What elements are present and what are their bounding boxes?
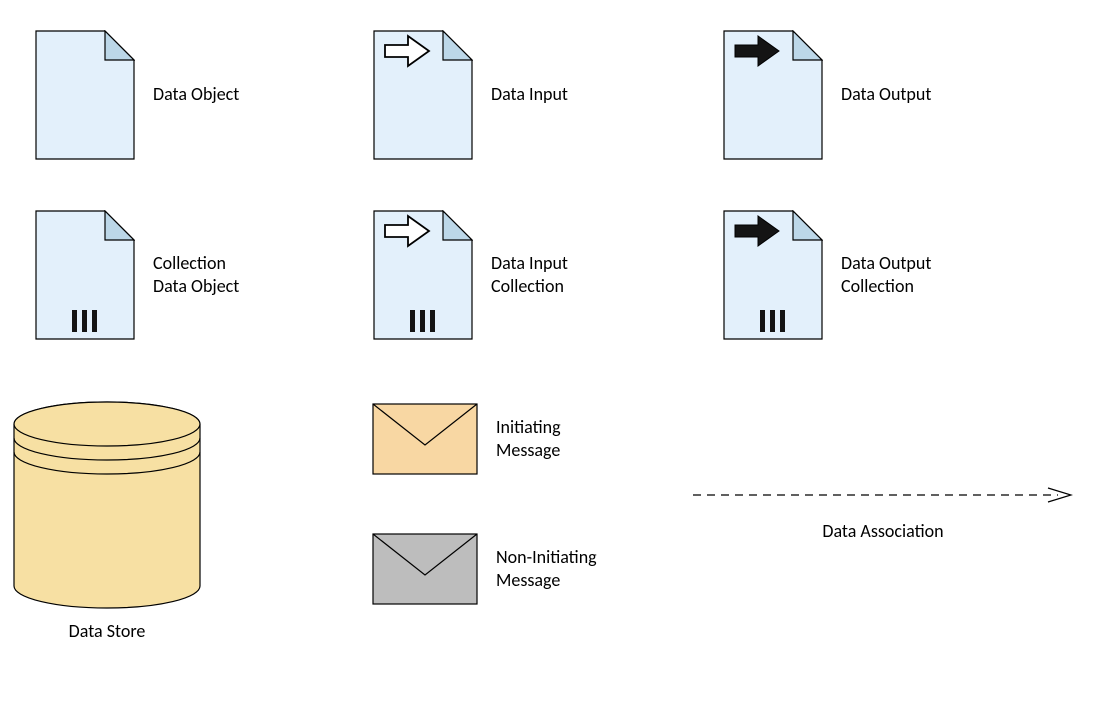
collection-data-object-label: Collection Data Object [153, 252, 239, 299]
data-input-collection-label-line1: Data Input [491, 252, 568, 275]
document-collection-icon [35, 210, 135, 340]
initiating-message-label: Initiating Message [496, 416, 561, 463]
envelope-non-initiating-icon [372, 533, 478, 605]
data-object-label: Data Object [153, 83, 239, 106]
data-input-collection-label-line2: Collection [491, 275, 568, 298]
document-arrow-filled-collection-icon [723, 210, 823, 340]
data-store-item: Data Store [12, 400, 202, 643]
collection-data-object-label-line2: Data Object [153, 275, 239, 298]
document-arrow-outline-icon [373, 30, 473, 160]
data-input-collection-label: Data Input Collection [491, 252, 568, 299]
data-output-collection-label-line1: Data Output [841, 252, 931, 275]
data-output-collection-label-line2: Collection [841, 275, 931, 298]
data-output-collection-label: Data Output Collection [841, 252, 931, 299]
non-initiating-message-label-line1: Non-Initiating [496, 546, 597, 569]
document-arrow-outline-collection-icon [373, 210, 473, 340]
data-association-arrow-icon [693, 485, 1073, 505]
data-input-collection-item: Data Input Collection [373, 210, 568, 340]
data-store-cylinder-icon [12, 400, 202, 610]
data-association-label: Data Association [822, 520, 943, 543]
data-association-item: Data Association [693, 485, 1073, 543]
envelope-initiating-icon [372, 403, 478, 475]
data-output-label: Data Output [841, 83, 931, 106]
data-input-label: Data Input [491, 83, 568, 106]
data-input-item: Data Input [373, 30, 568, 160]
initiating-message-label-line2: Message [496, 439, 561, 462]
data-output-collection-item: Data Output Collection [723, 210, 931, 340]
document-icon [35, 30, 135, 160]
collection-data-object-item: Collection Data Object [35, 210, 239, 340]
document-arrow-filled-icon [723, 30, 823, 160]
non-initiating-message-label-line2: Message [496, 569, 597, 592]
data-store-label: Data Store [69, 620, 146, 643]
data-object-item: Data Object [35, 30, 239, 160]
collection-data-object-label-line1: Collection [153, 252, 239, 275]
non-initiating-message-label: Non-Initiating Message [496, 546, 597, 593]
data-output-item: Data Output [723, 30, 931, 160]
initiating-message-label-line1: Initiating [496, 416, 561, 439]
non-initiating-message-item: Non-Initiating Message [372, 533, 597, 605]
initiating-message-item: Initiating Message [372, 403, 561, 475]
